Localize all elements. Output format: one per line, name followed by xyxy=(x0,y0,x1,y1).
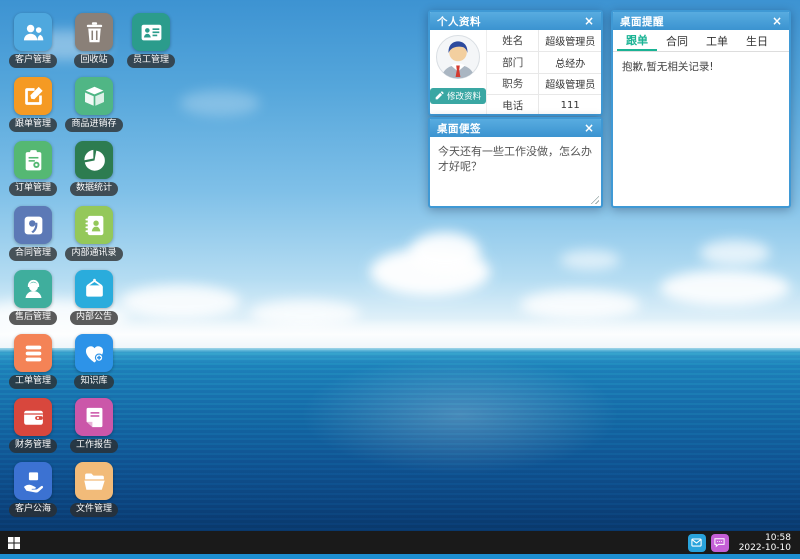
desktop-icon-label: 售后管理 xyxy=(9,311,57,325)
customer-management-icon xyxy=(14,13,52,51)
profile-row: 职务 超级管理员 xyxy=(487,74,601,96)
desktop-icon-label: 数据统计 xyxy=(70,182,118,196)
knowledge-base-icon xyxy=(75,334,113,372)
note-textarea[interactable]: 今天还有一些工作没做，怎么办才好呢？ xyxy=(430,137,601,206)
finance-management-icon xyxy=(14,398,52,436)
desktop-icon-label: 客户公海 xyxy=(9,503,57,517)
desktop-icon-label: 内部通讯录 xyxy=(65,247,122,261)
desktop-icon-data-statistics[interactable]: 数据统计 xyxy=(63,141,125,196)
reminder-panel-title: 桌面提醒 xyxy=(620,14,664,29)
desktop-icon-label: 员工管理 xyxy=(127,54,175,68)
inventory-management-icon xyxy=(75,77,113,115)
profile-row: 姓名 超级管理员 xyxy=(487,30,601,52)
profile-panel: 个人资料 × xyxy=(428,10,603,116)
desktop-icon-label: 内部公告 xyxy=(70,311,118,325)
desktop-icon-knowledge-base[interactable]: 知识库 xyxy=(63,334,125,389)
desktop-icon-customer-management[interactable]: 客户管理 xyxy=(2,13,64,68)
note-close-icon[interactable]: × xyxy=(584,119,594,137)
internal-contacts-icon xyxy=(75,206,113,244)
reminder-tabs: 跟单 合同 工单 生日 xyxy=(613,30,789,52)
desktop-icon-label: 合同管理 xyxy=(9,247,57,261)
resize-grip[interactable] xyxy=(590,195,599,204)
reminder-close-icon[interactable]: × xyxy=(772,12,782,30)
desktop-icon-label: 商品进销存 xyxy=(65,118,122,132)
profile-panel-titlebar[interactable]: 个人资料 × xyxy=(430,12,601,30)
followup-management-icon xyxy=(14,77,52,115)
workorder-management-icon xyxy=(14,334,52,372)
desktop-icon-internal-announcement[interactable]: 内部公告 xyxy=(63,270,125,325)
desktop-icon-aftersales-management[interactable]: 售后管理 xyxy=(2,270,64,325)
desktop-icon-label: 文件管理 xyxy=(70,503,118,517)
desktop-icon-followup-management[interactable]: 跟单管理 xyxy=(2,77,64,132)
desktop-icon-label: 回收站 xyxy=(74,54,113,68)
aftersales-management-icon xyxy=(14,270,52,308)
desktop-icon-label: 客户管理 xyxy=(9,54,57,68)
employee-management-icon xyxy=(132,13,170,51)
note-panel-titlebar[interactable]: 桌面便签 × xyxy=(430,119,601,137)
recycle-bin-icon xyxy=(75,13,113,51)
mail-tray-icon[interactable] xyxy=(688,534,706,552)
profile-table: 姓名 超级管理员 部门 总经办 职务 超级管理员 电话 111 xyxy=(487,30,601,116)
tab-birthday[interactable]: 生日 xyxy=(737,30,777,51)
start-button[interactable] xyxy=(8,537,20,549)
desktop-icon-inventory-management[interactable]: 商品进销存 xyxy=(63,77,125,132)
edit-profile-button[interactable]: 修改资料 xyxy=(430,88,486,104)
profile-close-icon[interactable]: × xyxy=(584,12,594,30)
reminder-panel: 桌面提醒 × 跟单 合同 工单 生日 抱歉,暂无相关记录! xyxy=(611,10,791,208)
desktop-icon-customer-pool[interactable]: 客户公海 xyxy=(2,462,64,517)
desktop-icon-label: 工单管理 xyxy=(9,375,57,389)
clock-date: 2022-10-10 xyxy=(739,543,791,553)
profile-row: 电话 111 xyxy=(487,95,601,116)
reminder-panel-titlebar[interactable]: 桌面提醒 × xyxy=(613,12,789,30)
edit-pencil-icon xyxy=(435,91,444,102)
internal-announcement-icon xyxy=(75,270,113,308)
tab-followup[interactable]: 跟单 xyxy=(617,30,657,51)
desktop-icon-workorder-management[interactable]: 工单管理 xyxy=(2,334,64,389)
desktop-icon-label: 工作报告 xyxy=(70,439,118,453)
data-statistics-icon xyxy=(75,141,113,179)
chat-tray-icon[interactable] xyxy=(711,534,729,552)
desktop-icon-label: 跟单管理 xyxy=(9,118,57,132)
desktop-icon-order-management[interactable]: 订单管理 xyxy=(2,141,64,196)
desktop-icon-work-report[interactable]: 工作报告 xyxy=(63,398,125,453)
desktop-icon-label: 知识库 xyxy=(74,375,113,389)
reminder-empty-message: 抱歉,暂无相关记录! xyxy=(613,52,789,81)
profile-row: 部门 总经办 xyxy=(487,52,601,74)
taskbar-clock: 10:58 2022-10-10 xyxy=(734,533,796,553)
avatar xyxy=(435,34,481,84)
desktop-icon-label: 订单管理 xyxy=(9,182,57,196)
contract-management-icon xyxy=(14,206,52,244)
file-management-icon xyxy=(75,462,113,500)
note-panel-title: 桌面便签 xyxy=(437,121,481,136)
desktop-icon-finance-management[interactable]: 财务管理 xyxy=(2,398,64,453)
taskbar: 10:58 2022-10-10 xyxy=(0,531,800,554)
desktop-icon-internal-contacts[interactable]: 内部通讯录 xyxy=(63,206,125,261)
desktop-icon-file-management[interactable]: 文件管理 xyxy=(63,462,125,517)
work-report-icon xyxy=(75,398,113,436)
desktop-icon-label: 财务管理 xyxy=(9,439,57,453)
tab-contract[interactable]: 合同 xyxy=(657,30,697,51)
note-panel: 桌面便签 × 今天还有一些工作没做，怎么办才好呢？ xyxy=(428,117,603,208)
order-management-icon xyxy=(14,141,52,179)
taskbar-accent-strip xyxy=(0,554,800,559)
clock-time: 10:58 xyxy=(739,533,791,543)
customer-pool-icon xyxy=(14,462,52,500)
tab-workorder[interactable]: 工单 xyxy=(697,30,737,51)
desktop-icon-employee-management[interactable]: 员工管理 xyxy=(120,13,182,68)
desktop-icon-contract-management[interactable]: 合同管理 xyxy=(2,206,64,261)
desktop-icon-recycle-bin[interactable]: 回收站 xyxy=(63,13,125,68)
profile-panel-title: 个人资料 xyxy=(437,14,481,29)
desktop: 客户管理 回收站 员工管理 跟单管理 商品进销存 订单管理 数据统计 合同管理 … xyxy=(0,0,800,559)
